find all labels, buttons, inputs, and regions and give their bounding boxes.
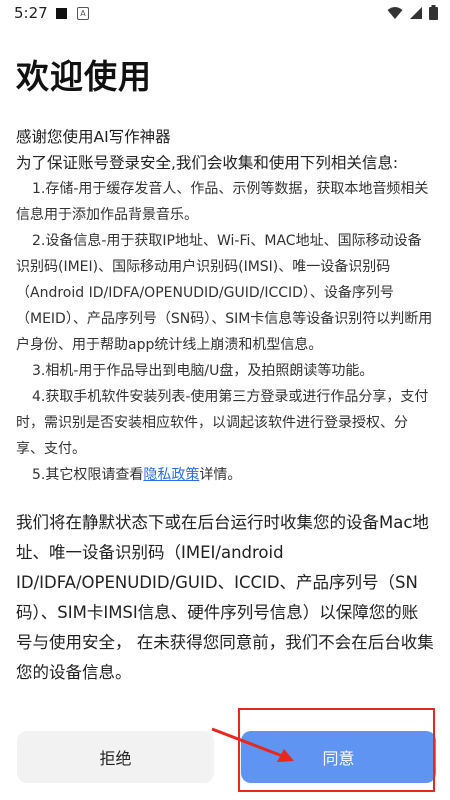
- page-title: 欢迎使用: [16, 57, 152, 96]
- perm5-suffix: 详情。: [199, 467, 242, 483]
- annotation-highlight-box: [238, 708, 435, 792]
- status-icons: [387, 5, 438, 20]
- permission-item-app-list: 4.获取手机软件安装列表-使用第三方登录或进行作品分享，支付时，需识别是否安装相…: [16, 389, 429, 457]
- intro-purpose: 为了保证账号登录安全,我们会收集和使用下列相关信息:: [16, 154, 399, 172]
- background-collection-notice: 我们将在静默状态下或在后台运行时收集您的设备Mac地址、唯一设备识别码（IMEI…: [16, 513, 434, 682]
- permission-item-device-info: 2.设备信息-用于获取IP地址、Wi-Fi、MAC地址、国际移动设备识别码(IM…: [16, 233, 433, 353]
- permission-item-camera: 3.相机-用于作品导出到电脑/U盘，及拍照朗读等功能。: [32, 363, 374, 379]
- intro-thanks: 感谢您使用AI写作神器: [16, 128, 171, 146]
- notification-icon: [56, 8, 67, 19]
- app-notification-icon: A: [77, 7, 89, 20]
- permission-item-storage: 1.存储-用于缓存发音人、作品、示例等数据，获取本地音频相关信息用于添加作品背景…: [16, 181, 429, 223]
- privacy-policy-link[interactable]: 隐私政策: [143, 467, 199, 483]
- wifi-icon: [387, 6, 403, 19]
- privacy-content: 感谢您使用AI写作神器 为了保证账号登录安全,我们会收集和使用下列相关信息: 1…: [16, 124, 434, 688]
- status-bar: 5:27 A: [0, 0, 450, 26]
- status-time: 5:27: [14, 4, 48, 22]
- battery-icon: [429, 5, 438, 20]
- perm5-prefix: 5.其它权限请查看: [32, 467, 144, 483]
- permission-item-other: 5.其它权限请查看隐私政策详情。: [16, 462, 434, 488]
- signal-icon: [410, 6, 422, 19]
- decline-button[interactable]: 拒绝: [17, 731, 214, 783]
